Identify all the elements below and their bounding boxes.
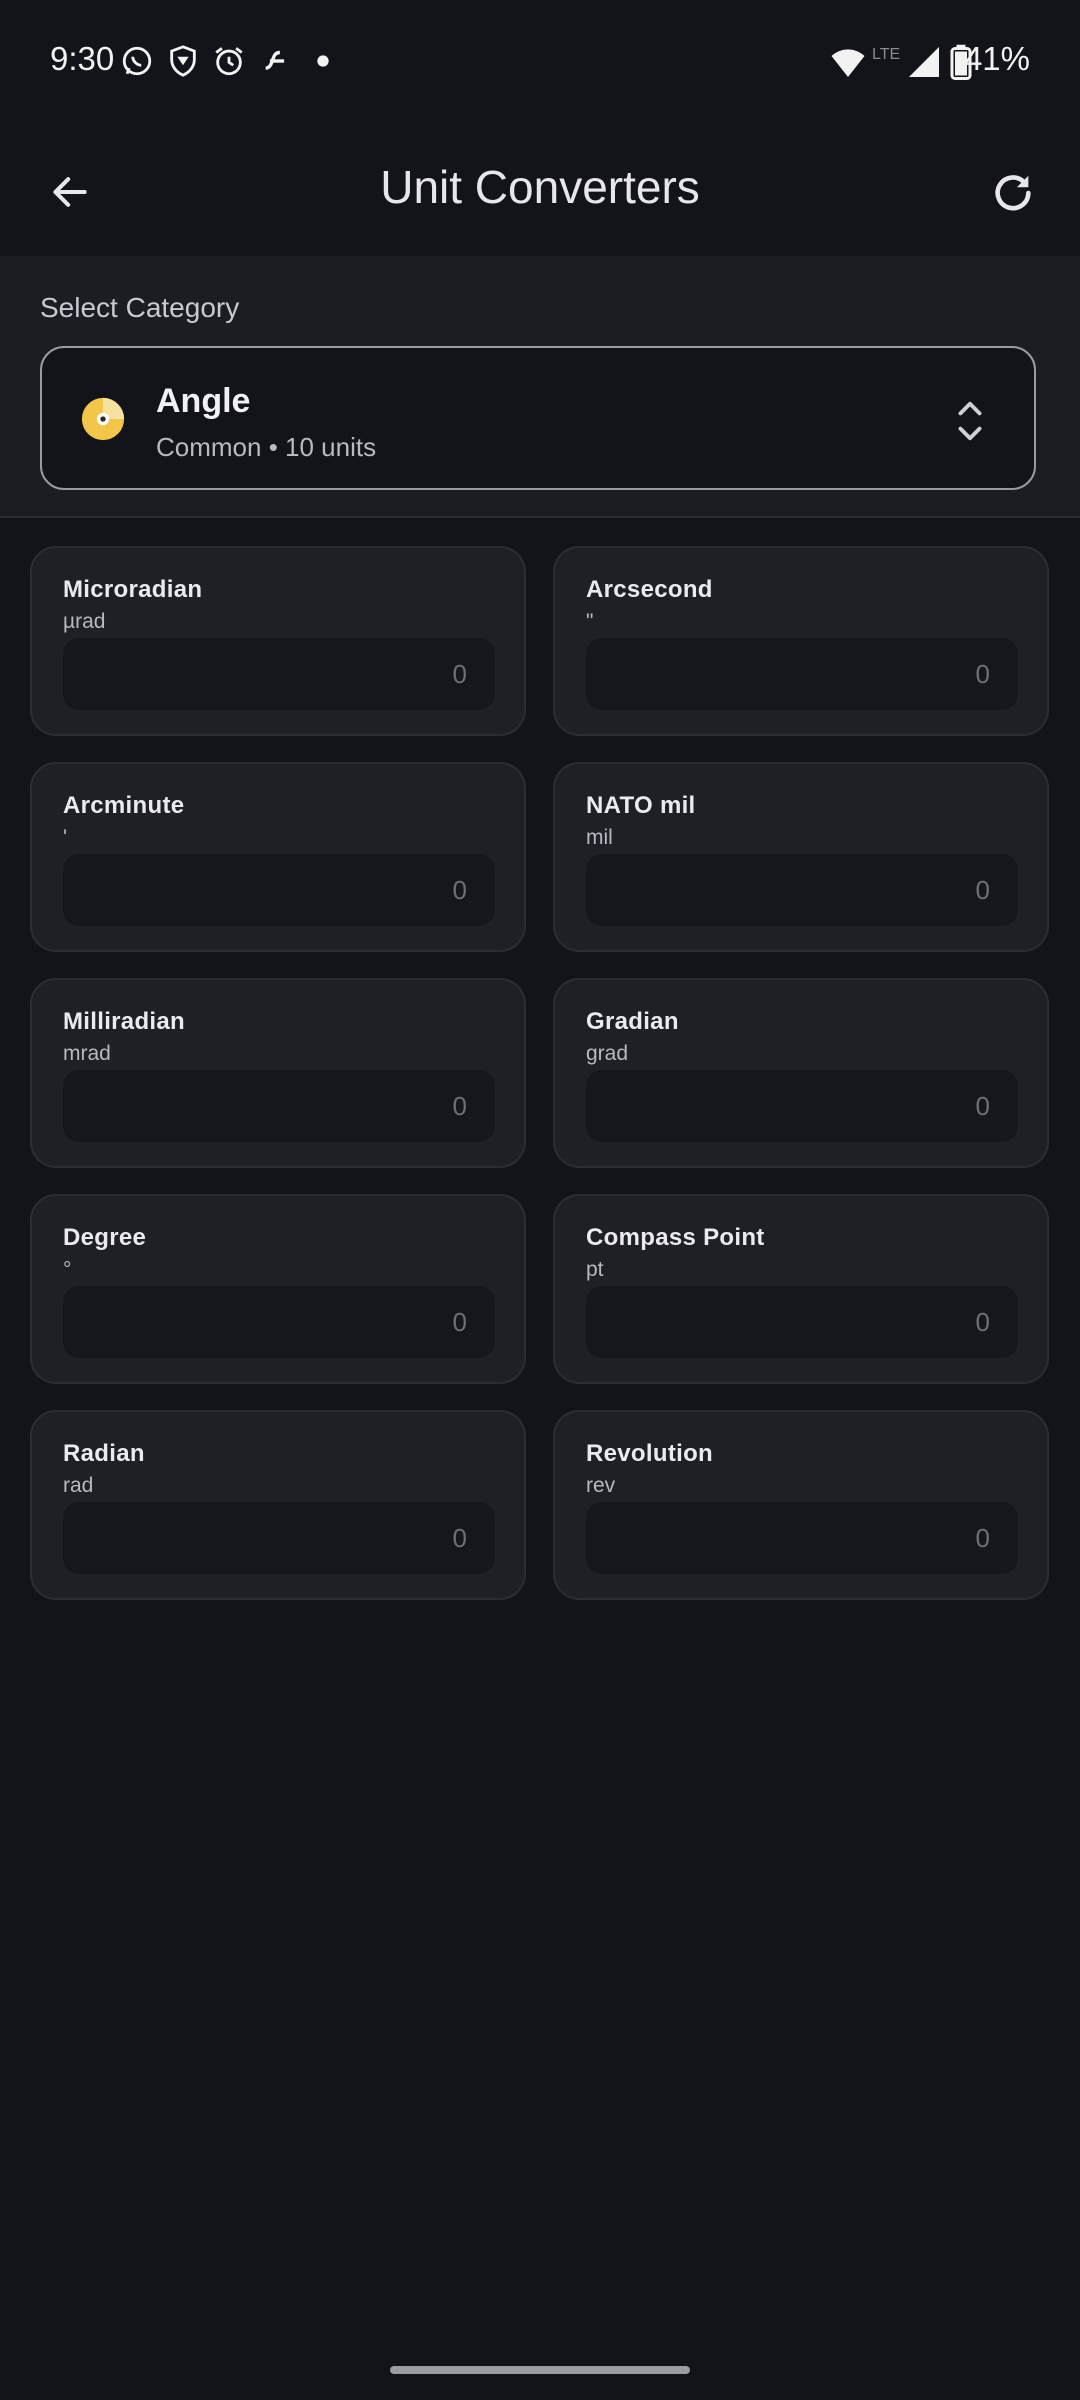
unit-value-input[interactable] <box>63 1070 495 1142</box>
unit-name: Arcsecond <box>586 576 713 603</box>
wifi-icon <box>831 49 865 77</box>
dot-icon <box>317 55 329 67</box>
fan-icon <box>265 50 285 70</box>
unit-card-arcsecond: Arcsecond " <box>553 546 1049 736</box>
category-dropdown[interactable]: Angle Common • 10 units <box>40 346 1036 490</box>
unit-name: Revolution <box>586 1440 713 1467</box>
alarm-icon <box>215 47 243 76</box>
unit-symbol: ' <box>63 826 68 849</box>
unit-symbol: pt <box>586 1258 604 1281</box>
chevron-up-down-icon <box>958 401 982 441</box>
unit-name: Milliradian <box>63 1008 185 1035</box>
unit-value-input[interactable] <box>586 638 1018 710</box>
vpn-shield-icon <box>170 45 196 77</box>
whatsapp-icon <box>122 46 152 76</box>
unit-name: Degree <box>63 1224 147 1251</box>
refresh-button[interactable] <box>982 162 1044 224</box>
unit-name: Microradian <box>63 576 203 603</box>
unit-name: Compass Point <box>586 1224 765 1251</box>
battery-percent: 41% <box>963 40 1030 77</box>
disc-icon <box>81 397 125 441</box>
unit-card-compass-point: Compass Point pt <box>553 1194 1049 1384</box>
category-meta: Common • 10 units <box>156 432 377 462</box>
category-section: Select Category Angle Common • 10 units <box>0 256 1080 518</box>
unit-symbol: rev <box>586 1474 616 1497</box>
unit-value-input[interactable] <box>586 1070 1018 1142</box>
signal-icon <box>909 47 939 77</box>
unit-symbol: µrad <box>63 610 106 633</box>
unit-symbol: ° <box>63 1258 72 1281</box>
unit-value-input[interactable] <box>63 1502 495 1574</box>
unit-value-input[interactable] <box>586 1286 1018 1358</box>
unit-symbol: grad <box>586 1042 629 1065</box>
unit-name: Arcminute <box>63 792 185 819</box>
select-category-label: Select Category <box>40 292 240 323</box>
unit-symbol: " <box>586 610 594 633</box>
refresh-icon <box>995 175 1031 211</box>
unit-card-revolution: Revolution rev <box>553 1410 1049 1600</box>
page-title: Unit Converters <box>380 161 700 213</box>
unit-value-input[interactable] <box>63 638 495 710</box>
unit-card-gradian: Gradian grad <box>553 978 1049 1168</box>
unit-symbol: mrad <box>63 1042 111 1065</box>
app-bar: Unit Converters <box>0 124 1080 256</box>
unit-card-radian: Radian rad <box>30 1410 526 1600</box>
unit-card-microradian: Microradian µrad <box>30 546 526 736</box>
status-time: 9:30 <box>50 40 115 77</box>
category-name: Angle <box>156 382 251 420</box>
unit-symbol: rad <box>63 1474 94 1497</box>
unit-card-milliradian: Milliradian mrad <box>30 978 526 1168</box>
unit-name: Gradian <box>586 1008 679 1035</box>
unit-value-input[interactable] <box>586 1502 1018 1574</box>
unit-symbol: mil <box>586 826 613 849</box>
unit-name: NATO mil <box>586 792 696 819</box>
status-bar: 9:30 LTE 41% <box>0 0 1080 124</box>
network-type: LTE <box>872 46 901 63</box>
gesture-navigation-bar[interactable] <box>390 2366 690 2374</box>
unit-value-input[interactable] <box>586 854 1018 926</box>
unit-name: Radian <box>63 1440 145 1467</box>
unit-card-arcminute: Arcminute ' <box>30 762 526 952</box>
unit-value-input[interactable] <box>63 854 495 926</box>
unit-value-input[interactable] <box>63 1286 495 1358</box>
unit-card-nato-mil: NATO mil mil <box>553 762 1049 952</box>
unit-card-degree: Degree ° <box>30 1194 526 1384</box>
